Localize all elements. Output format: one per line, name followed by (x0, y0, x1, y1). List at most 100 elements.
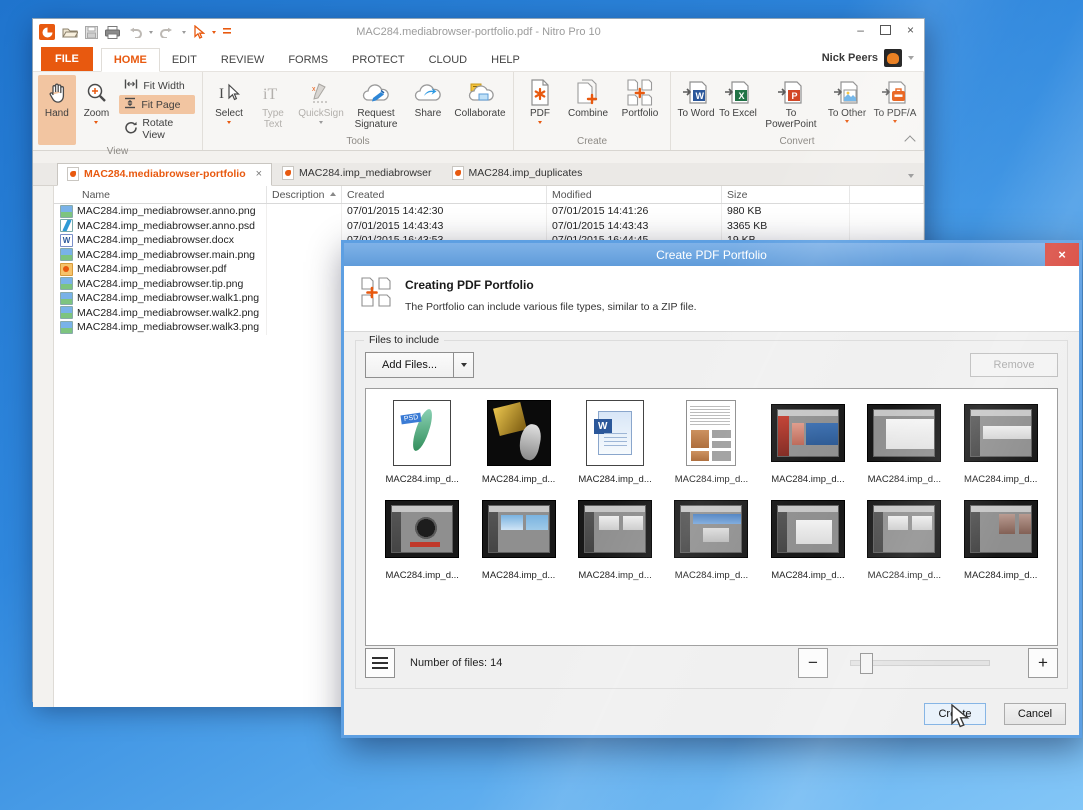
to-pdfa-dropdown-icon[interactable] (893, 120, 897, 123)
svg-text:x: x (312, 86, 316, 93)
dialog-close-button[interactable]: × (1045, 243, 1079, 266)
open-file-icon[interactable] (62, 26, 78, 38)
column-header-description[interactable]: Description (267, 186, 342, 203)
customize-qat-icon[interactable] (223, 27, 231, 37)
file-thumbnail[interactable]: MAC284.imp_d... (571, 495, 659, 581)
file-thumbnail[interactable]: MAC284.imp_d... (571, 399, 659, 485)
column-header-name[interactable]: Name (54, 186, 267, 203)
file-thumbnail[interactable]: MAC284.imp_d... (860, 399, 948, 485)
close-tab-icon[interactable]: × (256, 168, 262, 180)
quicksign-button[interactable]: x QuickSign (296, 75, 346, 135)
redo-dropdown-icon[interactable] (182, 31, 186, 34)
close-button[interactable]: × (907, 24, 914, 36)
select-button[interactable]: I Select (208, 75, 250, 135)
menu-tab-file[interactable]: FILE (41, 47, 93, 71)
add-files-dropdown[interactable] (453, 353, 473, 377)
document-tab[interactable]: MAC284.imp_duplicates (442, 162, 593, 185)
menu-tab-help[interactable]: HELP (479, 49, 532, 71)
save-icon[interactable] (85, 26, 98, 39)
zoom-in-button[interactable]: + (1028, 648, 1058, 678)
file-thumbnail[interactable]: MAC284.imp_d... (764, 495, 852, 581)
ribbon-tab-row: FILEHOMEEDITREVIEWFORMSPROTECTCLOUDHELP … (33, 45, 924, 72)
column-header-modified[interactable]: Modified (547, 186, 722, 203)
menu-tab-cloud[interactable]: CLOUD (417, 49, 480, 71)
thumbnail-label: MAC284.imp_d... (964, 570, 1037, 581)
slider-thumb[interactable] (860, 653, 873, 674)
document-tab[interactable]: MAC284.imp_mediabrowser (272, 162, 441, 185)
table-row[interactable]: MAC284.imp_mediabrowser.anno.psd07/01/20… (54, 219, 924, 234)
select-dropdown-icon[interactable] (212, 31, 216, 34)
fit-page-button[interactable]: Fit Page (119, 95, 195, 114)
file-thumbnail[interactable]: MAC284.imp_d... (667, 495, 755, 581)
file-thumbnail[interactable]: MAC284.imp_d... (764, 399, 852, 485)
add-files-button[interactable]: Add Files... (366, 353, 453, 377)
table-row[interactable]: MAC284.imp_mediabrowser.anno.png07/01/20… (54, 204, 924, 219)
thumbnail-label: MAC284.imp_d... (482, 570, 555, 581)
create-pdf-button[interactable]: PDF (519, 75, 561, 135)
to-other-dropdown-icon[interactable] (845, 120, 849, 123)
portfolio-button[interactable]: Portfolio (615, 75, 665, 135)
document-tab[interactable]: MAC284.mediabrowser-portfolio× (57, 163, 272, 186)
file-thumbnail[interactable]: MAC284.imp_d... (474, 399, 562, 485)
combine-button[interactable]: Combine (563, 75, 613, 135)
menu-tab-forms[interactable]: FORMS (276, 49, 340, 71)
account-dropdown-icon[interactable] (908, 56, 914, 60)
file-thumbnail[interactable]: MAC284.imp_d... (378, 399, 466, 485)
thumbnail-size-slider[interactable] (850, 660, 990, 666)
add-files-dropdown-icon (461, 363, 467, 367)
rotate-view-button[interactable]: Rotate View (119, 115, 195, 143)
file-name: MAC284.imp_mediabrowser.main.png (77, 249, 255, 261)
fit-width-button[interactable]: Fit Width (119, 77, 195, 94)
to-word-button[interactable]: W To Word (676, 75, 716, 135)
print-icon[interactable] (105, 26, 120, 39)
remove-button[interactable]: Remove (970, 353, 1058, 377)
select-button-dropdown-icon[interactable] (227, 121, 231, 124)
row-spacer (850, 219, 924, 234)
quicksign-label: QuickSign (298, 108, 344, 119)
menu-tab-protect[interactable]: PROTECT (340, 49, 417, 71)
collaborate-button[interactable]: Collaborate (452, 75, 508, 135)
zoom-dropdown-icon[interactable] (94, 121, 98, 124)
hand-tool-button[interactable]: Hand (38, 75, 76, 145)
add-files-split-button[interactable]: Add Files... (365, 352, 474, 378)
to-pdfa-button[interactable]: To PDF/A (872, 75, 918, 135)
quicksign-dropdown-icon[interactable] (319, 121, 323, 124)
file-thumbnail[interactable]: MAC284.imp_d... (474, 495, 562, 581)
undo-dropdown-icon[interactable] (149, 31, 153, 34)
type-text-button[interactable]: iT Type Text (252, 75, 294, 135)
tab-list-dropdown-icon[interactable] (908, 174, 914, 178)
share-button[interactable]: Share (406, 75, 450, 135)
list-view-button[interactable] (365, 648, 395, 678)
file-thumbnail[interactable]: MAC284.imp_d... (667, 399, 755, 485)
file-name: MAC284.imp_mediabrowser.docx (77, 234, 234, 246)
to-powerpoint-button[interactable]: P To PowerPoint (760, 75, 822, 135)
minimize-button[interactable]: – (857, 24, 864, 36)
file-thumbnail[interactable]: MAC284.imp_d... (378, 495, 466, 581)
menu-tab-edit[interactable]: EDIT (160, 49, 209, 71)
column-header-size[interactable]: Size (722, 186, 850, 203)
combine-label: Combine (568, 108, 608, 119)
to-other-button[interactable]: To Other (824, 75, 870, 135)
account-widget[interactable]: Nick Peers (822, 49, 914, 67)
zoom-tool-button[interactable]: Zoom (78, 75, 116, 145)
zoom-out-button[interactable]: − (798, 648, 828, 678)
file-thumbnail[interactable]: MAC284.imp_d... (957, 399, 1045, 485)
undo-icon[interactable] (127, 27, 142, 38)
create-pdf-dropdown-icon[interactable] (538, 121, 542, 124)
file-name: MAC284.imp_mediabrowser.walk1.png (77, 292, 259, 304)
share-icon (413, 78, 443, 108)
column-header-created[interactable]: Created (342, 186, 547, 203)
select-label: Select (215, 108, 243, 119)
redo-icon[interactable] (160, 27, 175, 38)
file-thumbnail[interactable]: MAC284.imp_d... (860, 495, 948, 581)
menu-tab-home[interactable]: HOME (101, 48, 160, 72)
to-excel-button[interactable]: X To Excel (718, 75, 758, 135)
menu-tab-review[interactable]: REVIEW (209, 49, 276, 71)
maximize-button[interactable] (880, 25, 891, 35)
request-signature-button[interactable]: Request Signature (348, 75, 404, 135)
select-tool-icon[interactable] (193, 25, 205, 39)
cancel-button[interactable]: Cancel (1004, 703, 1066, 725)
thumbnail-label: MAC284.imp_d... (868, 474, 941, 485)
file-thumbnail[interactable]: MAC284.imp_d... (957, 495, 1045, 581)
thumbnail-row: MAC284.imp_d...MAC284.imp_d...MAC284.imp… (366, 389, 1057, 485)
